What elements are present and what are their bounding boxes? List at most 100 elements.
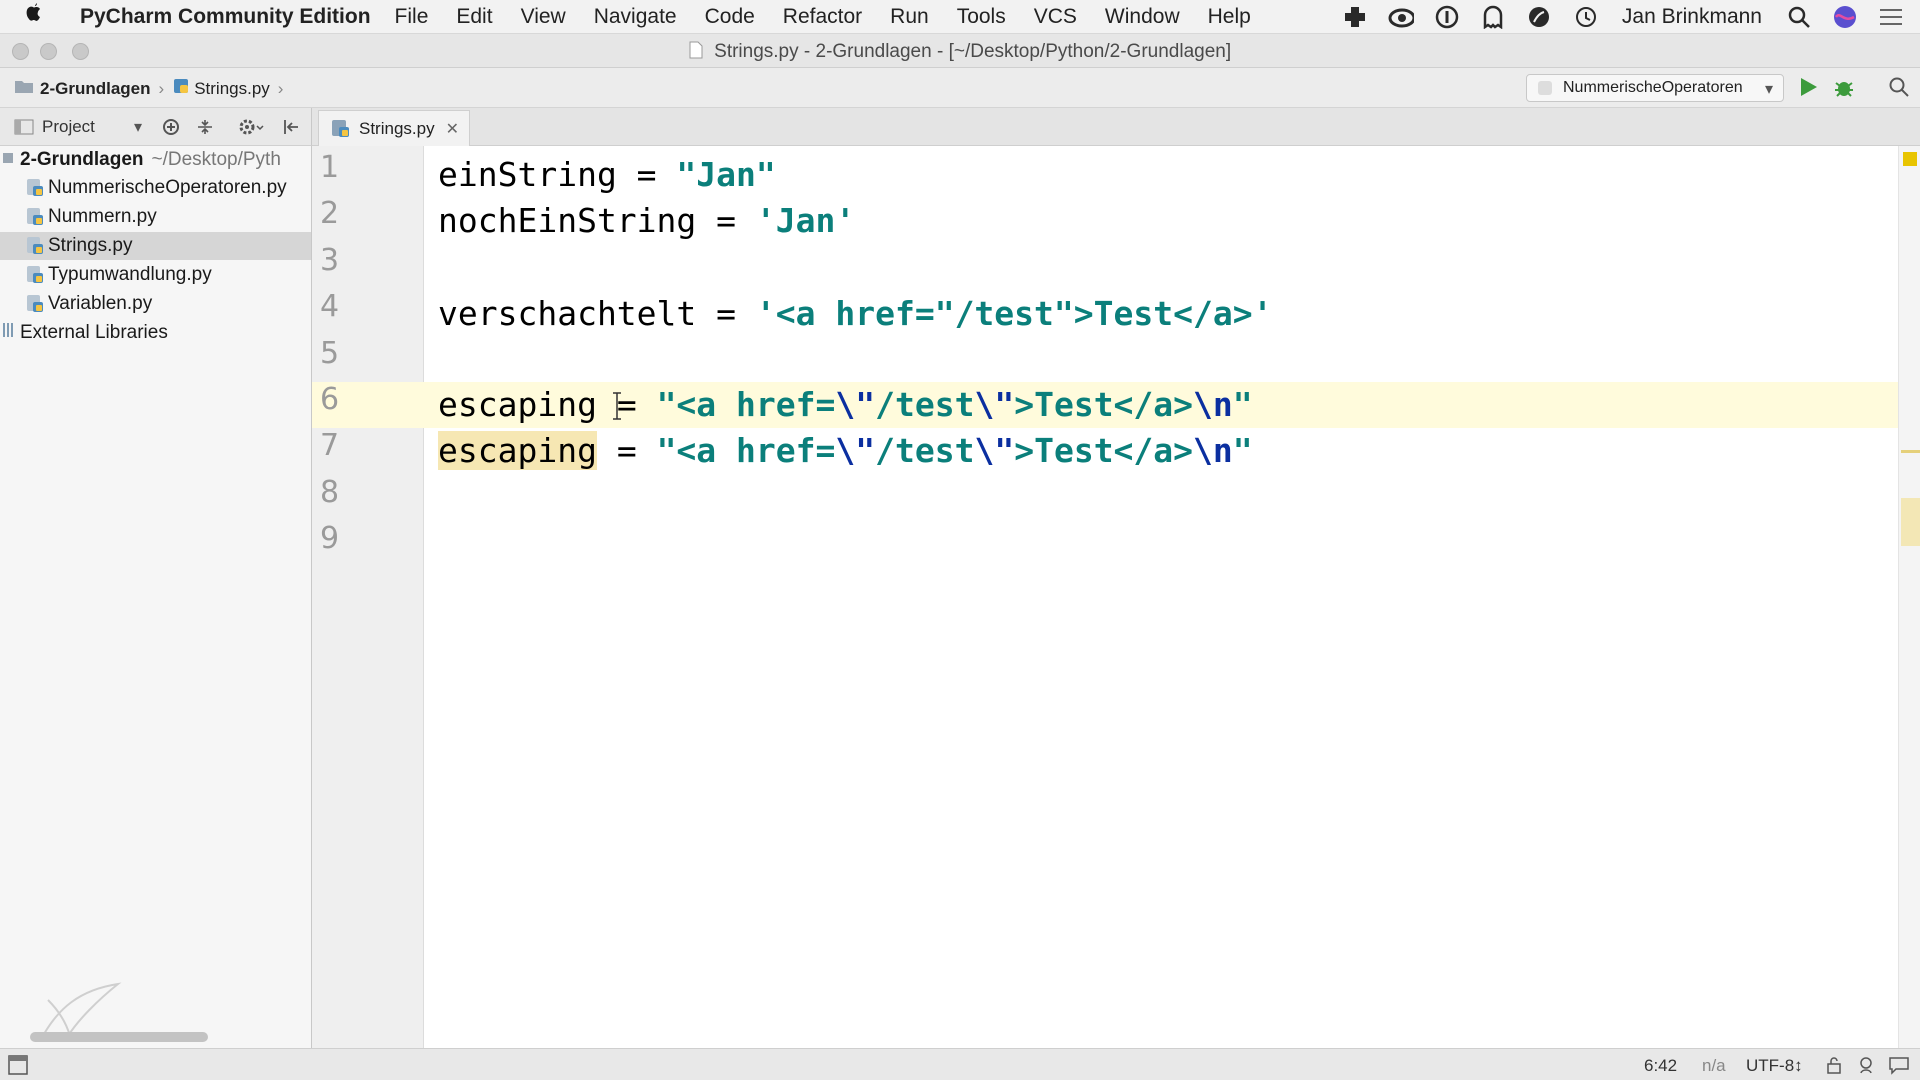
tree-external-libraries[interactable]: External Libraries (0, 319, 311, 347)
line-number: 2 (320, 196, 340, 231)
tree-file-strings[interactable]: Strings.py (0, 232, 311, 260)
menu-file[interactable]: File (395, 5, 429, 29)
breadcrumb-file[interactable]: Strings.py (194, 79, 270, 99)
project-view-icon (14, 119, 34, 140)
navigation-bar: 2-Grundlagen › Strings.py › NummerischeO… (0, 68, 1920, 108)
editor-gutter: 1 2 3 4 5 6 7 8 9 (312, 146, 424, 1048)
code-line-1: einString = "Jan" (438, 152, 776, 198)
chevron-right-icon: › (158, 78, 165, 98)
variable-name: verschachtelt (438, 294, 697, 333)
menu-code[interactable]: Code (705, 5, 755, 29)
folder-icon (2, 149, 14, 171)
spotlight-search-icon[interactable] (1786, 4, 1812, 30)
app-name-menu[interactable]: PyCharm Community Edition (80, 5, 371, 29)
tree-file-label: Nummern.py (48, 206, 157, 227)
python-file-icon (26, 207, 44, 227)
string-literal: /test (875, 385, 975, 424)
operator: = (596, 431, 657, 470)
menu-edit[interactable]: Edit (456, 5, 492, 29)
string-literal: "<a href= (656, 431, 836, 470)
operator: = (616, 155, 677, 194)
warning-status-marker[interactable] (1903, 152, 1917, 166)
run-icon[interactable] (1798, 76, 1818, 103)
scroll-from-source-icon[interactable] (162, 118, 180, 141)
tree-file-nummerischeoperatoren[interactable]: NummerischeOperatoren.py (0, 174, 311, 202)
leaf-icon[interactable] (1526, 4, 1552, 30)
code-editor[interactable]: einString = "Jan" nochEinString = 'Jan' … (424, 146, 1898, 1048)
text-cursor-icon (612, 392, 622, 425)
string-literal: " (1232, 431, 1253, 470)
tool-windows-icon[interactable] (8, 1055, 28, 1080)
menu-tools[interactable]: Tools (957, 5, 1006, 29)
tree-file-variablen[interactable]: Variablen.py (0, 290, 311, 318)
caret-position[interactable]: 6:42 (1644, 1056, 1677, 1076)
code-line-2: nochEinString = 'Jan' (438, 198, 855, 244)
creative-cloud-icon[interactable] (1388, 4, 1414, 30)
lock-icon[interactable] (1826, 1056, 1842, 1079)
tree-file-nummern[interactable]: Nummern.py (0, 203, 311, 231)
run-configuration-label: NummerischeOperatoren (1563, 79, 1743, 96)
code-line-6: escaping = "<a href=\"/test\">Test</a>\n… (438, 382, 1253, 428)
line-separator[interactable]: n/a (1702, 1056, 1726, 1076)
inspector-icon[interactable] (1856, 1055, 1876, 1080)
menu-view[interactable]: View (521, 5, 566, 29)
chevron-down-icon: ▾ (1764, 81, 1773, 98)
close-tab-icon[interactable]: ✕ (446, 119, 459, 139)
run-configuration-select[interactable]: NummerischeOperatoren ▾ (1526, 74, 1784, 102)
python-file-icon (331, 119, 351, 144)
menu-run[interactable]: Run (890, 5, 929, 29)
string-literal: " (1232, 385, 1253, 424)
chevron-right-icon: › (277, 78, 284, 98)
siri-icon[interactable] (1832, 4, 1858, 30)
tree-root-folder[interactable]: 2-Grundlagen ~/Desktop/Pyth (0, 146, 311, 174)
code-line-4: verschachtelt = '<a href="/test">Test</a… (438, 291, 1272, 337)
string-literal: 'Jan' (755, 201, 856, 240)
menu-window[interactable]: Window (1105, 5, 1180, 29)
line-number: 1 (320, 150, 340, 185)
plus-cross-icon[interactable] (1342, 4, 1368, 30)
hide-panel-icon[interactable] (282, 118, 300, 141)
menu-refactor[interactable]: Refactor (783, 5, 862, 29)
tab-strings-py[interactable]: Strings.py ✕ (318, 110, 470, 146)
gear-icon[interactable] (238, 117, 264, 142)
root-folder-path: ~/Desktop/Pyth (151, 149, 281, 170)
breadcrumb-folder[interactable]: 2-Grundlagen (40, 79, 151, 99)
operator: = (696, 294, 756, 333)
event-log-icon[interactable] (1888, 1055, 1910, 1080)
ghost-icon[interactable] (1480, 4, 1506, 30)
username-menu[interactable]: Jan Brinkmann (1622, 5, 1762, 29)
horizontal-scrollbar[interactable] (30, 1032, 208, 1042)
window-title-bar: Strings.py - 2-Grundlagen - [~/Desktop/P… (0, 34, 1920, 68)
escape-sequence: \" (974, 431, 1015, 470)
tree-file-typumwandlung[interactable]: Typumwandlung.py (0, 261, 311, 289)
file-encoding[interactable]: UTF-8↕ (1746, 1056, 1803, 1076)
chevron-down-icon[interactable]: ▾ (134, 117, 142, 137)
notification-center-icon[interactable] (1878, 4, 1904, 30)
time-machine-icon[interactable] (1572, 4, 1598, 30)
string-literal: "<a href= (656, 385, 836, 424)
library-icon (2, 321, 14, 345)
search-everywhere-icon[interactable] (1888, 76, 1910, 103)
variable-name: nochEinString (438, 201, 697, 240)
scroll-thumb[interactable] (1901, 498, 1920, 546)
breadcrumb: 2-Grundlagen › Strings.py › (14, 77, 283, 100)
error-stripe[interactable] (1898, 146, 1920, 1048)
usage-marker[interactable] (1901, 450, 1920, 453)
menu-help[interactable]: Help (1208, 5, 1251, 29)
menu-navigate[interactable]: Navigate (594, 5, 677, 29)
debug-icon[interactable] (1832, 75, 1856, 104)
line-number: 7 (320, 428, 340, 463)
python-file-icon (26, 294, 44, 314)
menu-vcs[interactable]: VCS (1034, 5, 1077, 29)
tree-file-label: NummerischeOperatoren.py (48, 177, 287, 198)
python-file-icon (26, 178, 44, 198)
python-file-icon (172, 77, 190, 100)
macos-menu-bar: PyCharm Community Edition File Edit View… (0, 0, 1920, 34)
string-literal: >Test</a> (1014, 385, 1194, 424)
apple-icon[interactable] (22, 1, 62, 32)
info-icon[interactable] (1434, 4, 1460, 30)
project-view-label[interactable]: Project (42, 117, 95, 137)
escape-sequence: \n (1193, 431, 1233, 470)
python-file-icon (26, 265, 44, 285)
collapse-all-icon[interactable] (196, 118, 214, 141)
